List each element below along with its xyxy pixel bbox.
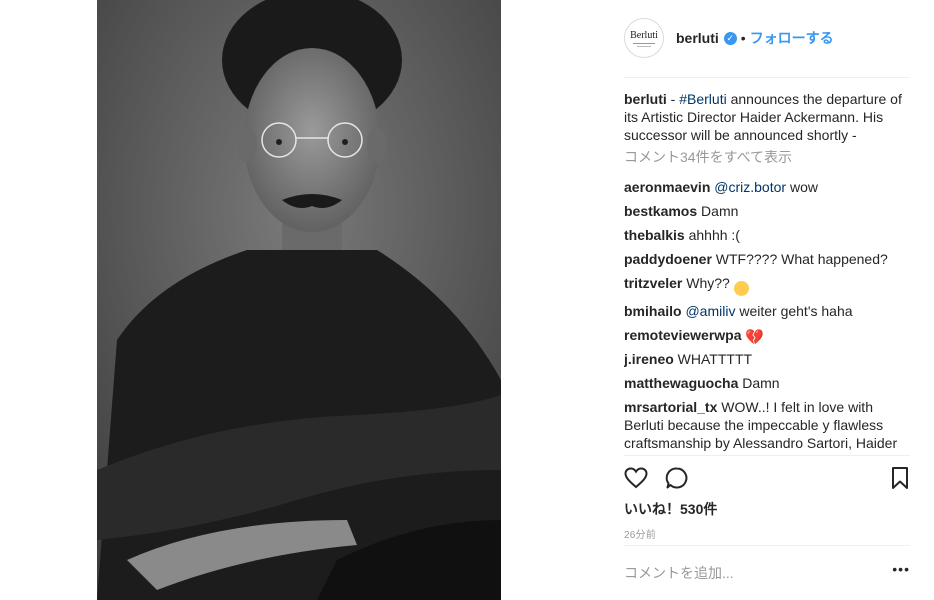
screaming-face-icon: 😱 [733, 281, 749, 296]
add-comment-field[interactable]: コメントを追加... ••• [624, 561, 910, 583]
header-separator: • [740, 30, 746, 46]
divider [624, 545, 910, 546]
post-timestamp[interactable]: 26分前 [624, 526, 656, 541]
avatar-line [633, 42, 655, 44]
comment-item: thebalkis ahhhh :( [624, 226, 910, 244]
avatar-brand-text: Berluti [630, 29, 658, 41]
post-caption: berluti - #Berluti announces the departu… [624, 90, 910, 144]
bookmark-icon[interactable] [890, 466, 910, 495]
caption-hashtag[interactable]: #Berluti [679, 91, 726, 107]
comment-item: bmihailo @amiliv weiter geht's haha [624, 302, 910, 320]
portrait-image [97, 0, 501, 600]
comment-mention[interactable]: @amiliv [685, 303, 735, 319]
comment-username[interactable]: aeronmaevin [624, 179, 710, 195]
comment-username[interactable]: mrsartorial_tx [624, 399, 717, 415]
caption-username[interactable]: berluti [624, 91, 667, 107]
caption-prefix: - [666, 91, 680, 107]
comment-icon[interactable] [665, 466, 689, 495]
view-all-comments-link[interactable]: コメント34件をすべて表示 [624, 148, 910, 166]
follow-button[interactable]: フォローする [750, 28, 834, 48]
comment-item: matthewaguocha Damn [624, 374, 910, 392]
comment-username[interactable]: j.ireneo [624, 351, 674, 367]
action-bar [624, 466, 910, 492]
post-header: Berluti berluti ✓ • フォローする [624, 16, 910, 60]
comment-item: paddydoener WTF???? What happened? [624, 250, 910, 268]
comment-username[interactable]: remoteviewerwpa [624, 327, 742, 343]
avatar[interactable]: Berluti [624, 18, 664, 58]
comment-item: aeronmaevin @criz.botor wow [624, 178, 910, 196]
comment-username[interactable]: bmihailo [624, 303, 682, 319]
comment-item: bestkamos Damn [624, 202, 910, 220]
comment-text: WTF???? What happened? [711, 251, 888, 267]
comment-item: mrsartorial_tx WOW..! I felt in love wit… [624, 398, 910, 455]
divider [624, 455, 910, 456]
avatar-line [637, 45, 651, 47]
header-username[interactable]: berluti [676, 30, 719, 46]
comment-item: remoteviewerwpa 💔 [624, 326, 910, 346]
comment-text: wow [786, 179, 818, 195]
likes-count[interactable]: いいね！530件 [624, 499, 717, 519]
comment-item: tritzveler Why?? 😱 [624, 274, 910, 296]
comment-text: ahhhh :( [684, 227, 740, 243]
broken-heart-icon: 💔 [745, 329, 765, 346]
heart-icon[interactable] [624, 466, 648, 495]
verified-badge-icon: ✓ [723, 31, 737, 45]
comment-username[interactable]: thebalkis [624, 227, 685, 243]
comment-text: Why?? [682, 275, 734, 291]
divider [624, 77, 910, 78]
comment-username[interactable]: paddydoener [624, 251, 712, 267]
comment-text: Damn [697, 203, 739, 219]
comment-mention[interactable]: @criz.botor [714, 179, 786, 195]
comment-username[interactable]: bestkamos [624, 203, 697, 219]
post-photo[interactable] [97, 0, 501, 600]
more-options-icon[interactable]: ••• [892, 561, 910, 577]
comment-username[interactable]: tritzveler [624, 275, 682, 291]
comment-text: WHATTTTT [673, 351, 753, 367]
comment-text: weiter geht's haha [735, 303, 853, 319]
post-sidebar: Berluti berluti ✓ • フォローする berluti - #Be… [624, 0, 910, 600]
comment-username[interactable]: matthewaguocha [624, 375, 738, 391]
comments-list[interactable]: berluti - #Berluti announces the departu… [624, 90, 910, 455]
comment-text: Damn [738, 375, 780, 391]
add-comment-placeholder[interactable]: コメントを追加... [624, 563, 734, 583]
comment-item: j.ireneo WHATTTTT [624, 350, 910, 368]
